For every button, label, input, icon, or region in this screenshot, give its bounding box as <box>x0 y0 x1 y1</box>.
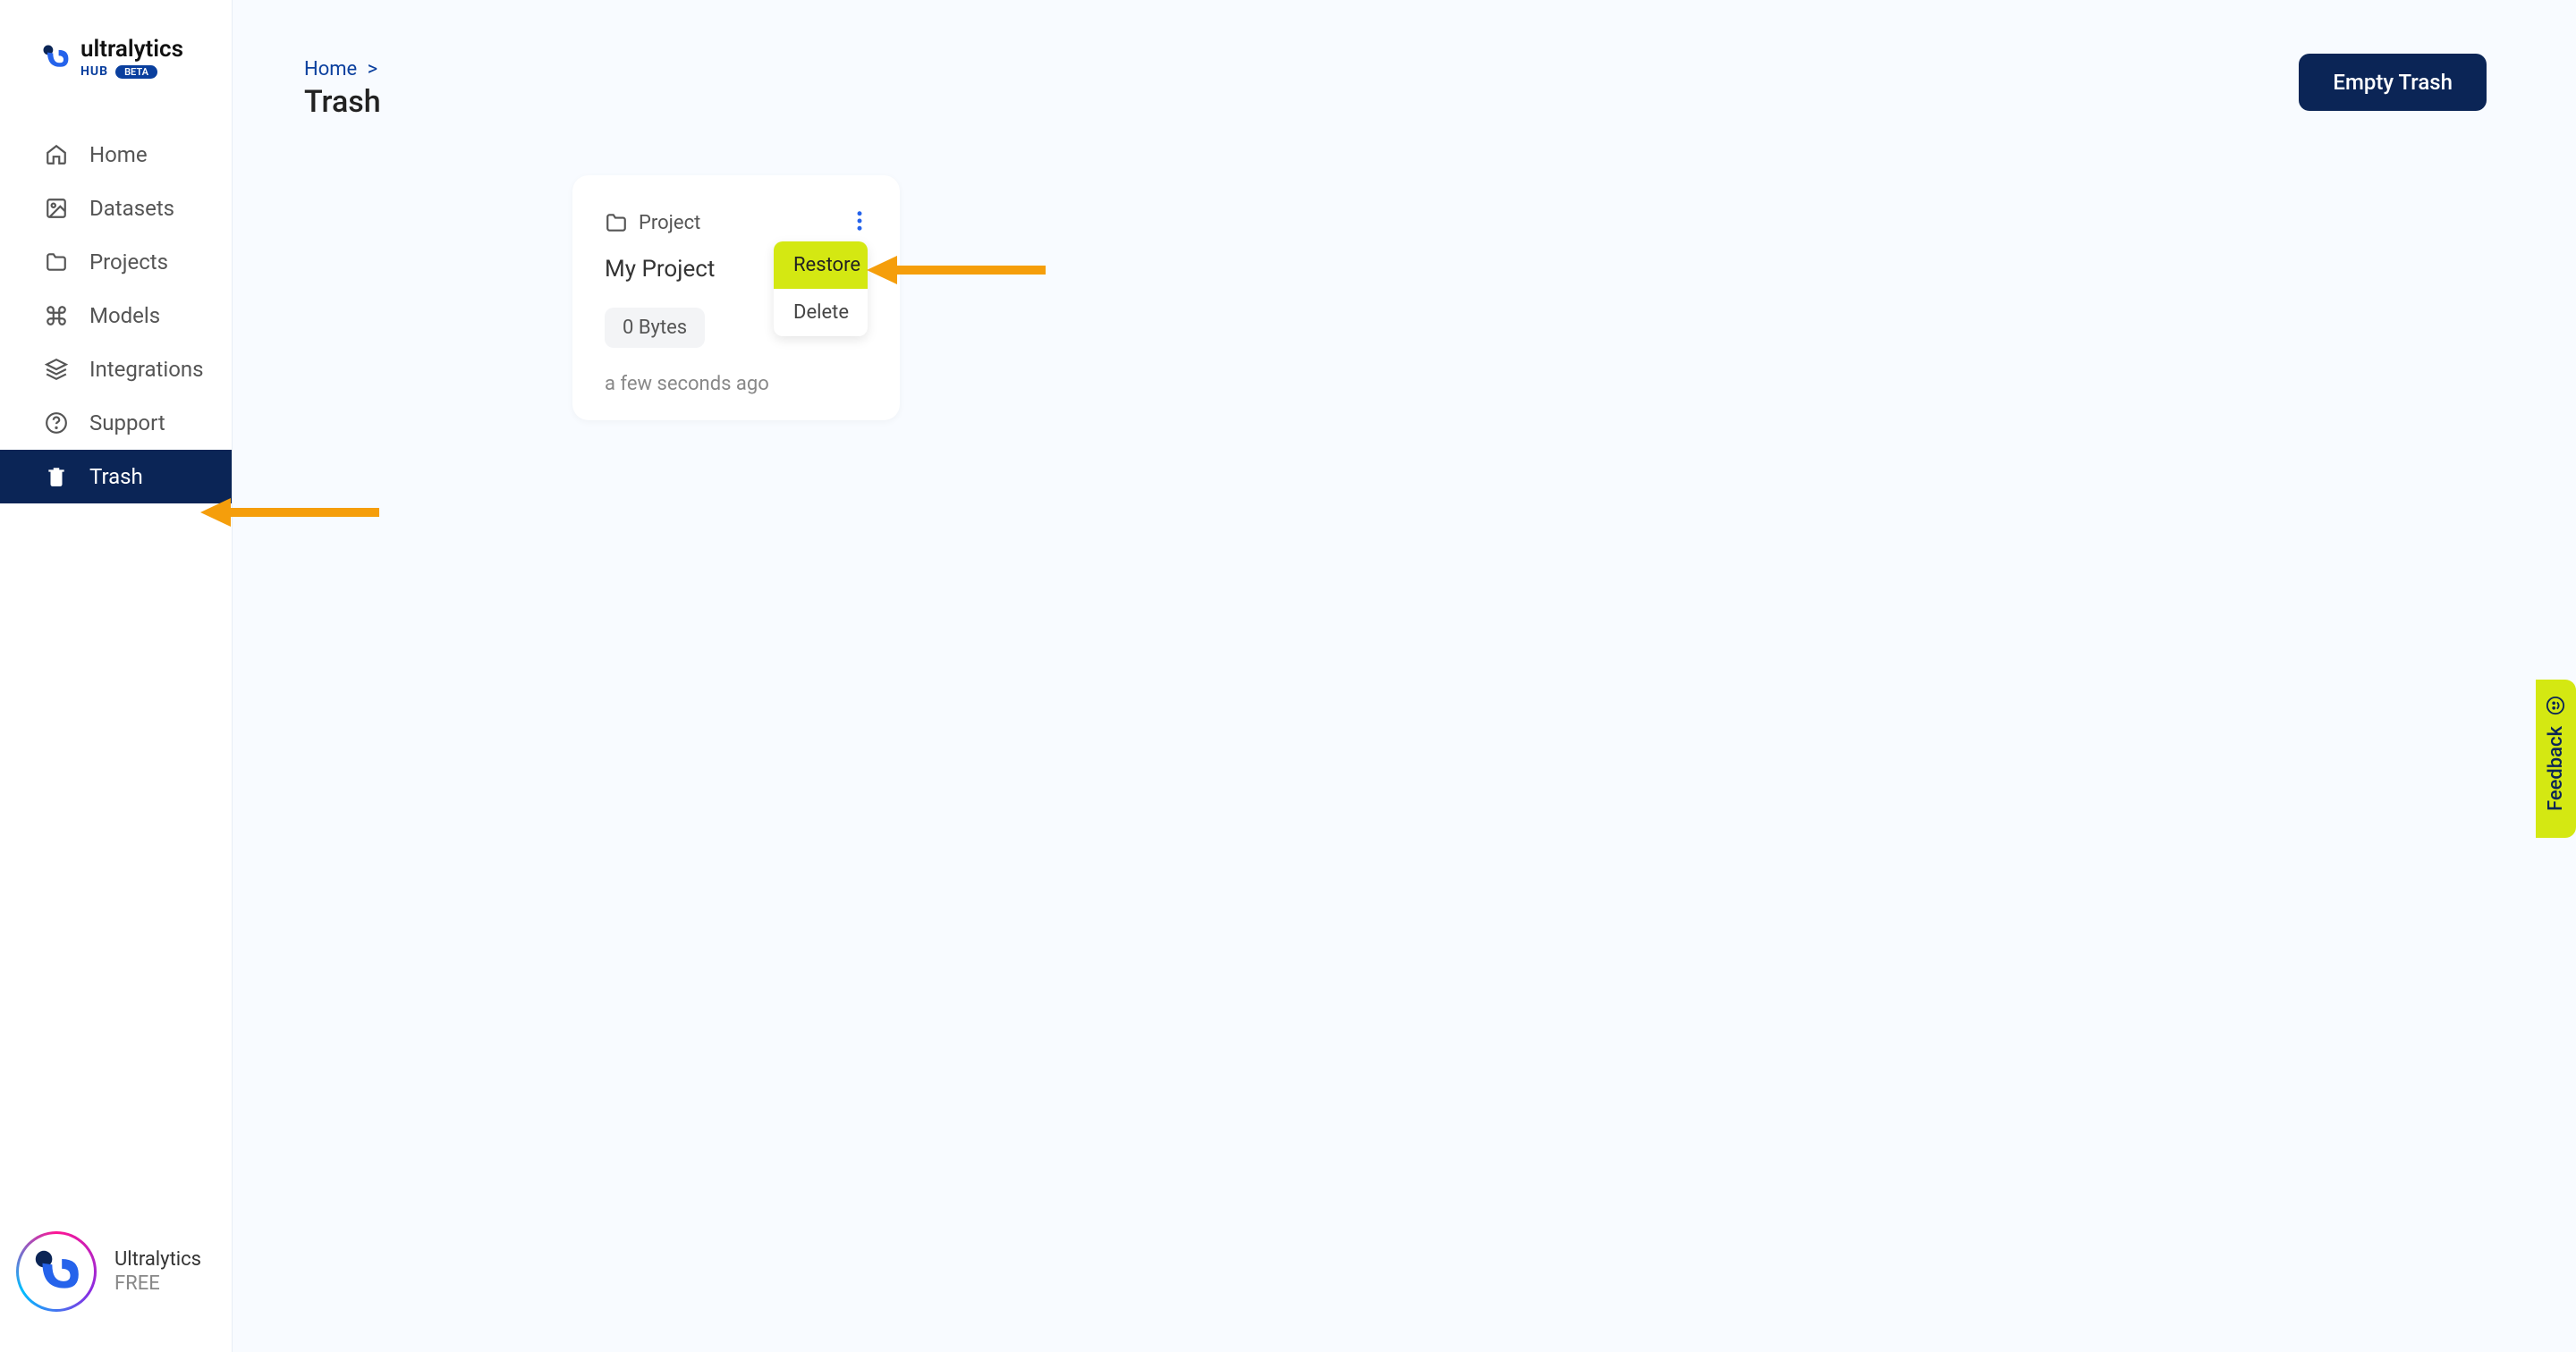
breadcrumb-home[interactable]: Home <box>304 58 357 80</box>
sidebar-item-trash[interactable]: Trash <box>0 450 232 503</box>
kebab-icon <box>855 211 864 231</box>
empty-trash-button[interactable]: Empty Trash <box>2299 54 2487 111</box>
sidebar-item-models[interactable]: Models <box>0 289 232 342</box>
breadcrumb-sep: > <box>368 58 378 80</box>
main-content: Home > Trash Empty Trash Project My Proj… <box>233 0 2576 1352</box>
sidebar-item-projects[interactable]: Projects <box>0 235 232 289</box>
folder-icon <box>45 250 68 274</box>
layers-icon <box>45 358 68 381</box>
nav-list: Home Datasets Projects Models <box>0 128 232 503</box>
card-timestamp: a few seconds ago <box>605 373 868 395</box>
trash-icon <box>45 465 68 488</box>
logo-mark-icon <box>39 41 72 73</box>
folder-icon <box>605 211 628 234</box>
sidebar-footer[interactable]: Ultralytics FREE <box>16 1231 201 1312</box>
sidebar-item-label: Models <box>89 303 160 328</box>
dropdown-restore[interactable]: Restore <box>774 241 868 289</box>
help-icon <box>45 411 68 435</box>
breadcrumb: Home > <box>304 58 2504 80</box>
sidebar-item-label: Home <box>89 142 148 167</box>
logo-sub-text: HUB <box>80 64 108 79</box>
sidebar-item-label: Support <box>89 410 165 435</box>
sidebar-item-home[interactable]: Home <box>0 128 232 182</box>
sidebar-item-label: Datasets <box>89 196 174 221</box>
feedback-label: Feedback <box>2545 726 2567 811</box>
dropdown-delete[interactable]: Delete <box>774 289 868 336</box>
sidebar-item-label: Projects <box>89 249 168 275</box>
size-badge: 0 Bytes <box>605 308 705 348</box>
avatar <box>16 1231 97 1312</box>
beta-badge: BETA <box>115 65 157 79</box>
sidebar-item-datasets[interactable]: Datasets <box>0 182 232 235</box>
feedback-tab[interactable]: Feedback <box>2536 680 2576 838</box>
sidebar-item-integrations[interactable]: Integrations <box>0 342 232 396</box>
sidebar-item-support[interactable]: Support <box>0 396 232 450</box>
smile-icon <box>2546 696 2566 715</box>
page-title: Trash <box>304 84 2504 120</box>
kebab-menu-button[interactable] <box>852 207 868 238</box>
footer-plan: FREE <box>114 1272 201 1295</box>
context-dropdown: Restore Delete <box>774 241 868 336</box>
command-icon <box>45 304 68 327</box>
sidebar-item-label: Trash <box>89 464 143 489</box>
sidebar: ultralytics HUB BETA Home Datasets <box>0 0 233 1352</box>
logo-area[interactable]: ultralytics HUB BETA <box>0 0 232 106</box>
sidebar-item-label: Integrations <box>89 357 204 382</box>
image-icon <box>45 197 68 220</box>
home-icon <box>45 143 68 166</box>
footer-name: Ultralytics <box>114 1248 201 1271</box>
logo-text: ultralytics <box>80 36 183 63</box>
card-type-label: Project <box>639 212 700 234</box>
